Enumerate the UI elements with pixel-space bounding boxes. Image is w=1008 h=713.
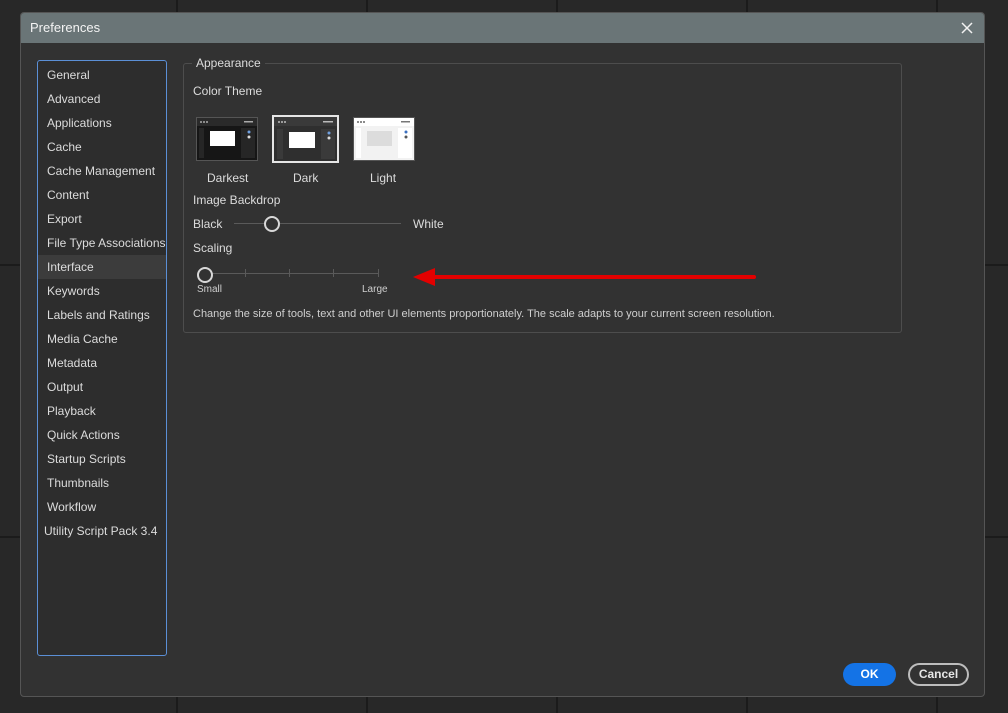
sidebar-item-label: Export	[47, 212, 82, 226]
sidebar-item-label: Applications	[47, 116, 112, 130]
image-backdrop-slider-track[interactable]	[234, 223, 401, 224]
color-theme-label: Color Theme	[193, 84, 263, 98]
scaling-tick	[333, 269, 334, 277]
sidebar-item-label: General	[47, 68, 90, 82]
sidebar-item-label: Startup Scripts	[47, 452, 126, 466]
backdrop-min-label: Black	[193, 217, 223, 231]
sidebar-item-output[interactable]: Output	[38, 375, 166, 399]
appearance-group: Appearance	[183, 56, 902, 333]
title-bar: Preferences	[21, 13, 984, 43]
sidebar-item-export[interactable]: Export	[38, 207, 166, 231]
theme-dark-thumbnail[interactable]	[272, 115, 339, 163]
sidebar-item-cache-management[interactable]: Cache Management	[38, 159, 166, 183]
sidebar-item-label: Utility Script Pack 3.4	[44, 524, 158, 538]
sidebar-item-label: Workflow	[47, 500, 97, 514]
sidebar-item-label: Cache	[47, 140, 82, 154]
scaling-tick	[289, 269, 290, 277]
scaling-min-label: Small	[197, 284, 223, 295]
cancel-button[interactable]: Cancel	[908, 663, 969, 686]
sidebar-item-label: Output	[47, 380, 84, 394]
sidebar-item-label: Interface	[47, 260, 94, 274]
sidebar-item-label: Keywords	[47, 284, 100, 298]
sidebar-item-label: Content	[47, 188, 90, 202]
sidebar-item-label: Metadata	[47, 356, 98, 370]
preferences-category-list: General Advanced Applications Cache Cach…	[37, 60, 167, 656]
sidebar-item-media-cache[interactable]: Media Cache	[38, 327, 166, 351]
sidebar-item-startup-scripts[interactable]: Startup Scripts	[38, 447, 166, 471]
sidebar-item-quick-actions[interactable]: Quick Actions	[38, 423, 166, 447]
sidebar-item-label: Playback	[47, 404, 96, 418]
sidebar-item-advanced[interactable]: Advanced	[38, 87, 166, 111]
sidebar-item-content[interactable]: Content	[38, 183, 166, 207]
sidebar-item-file-type-associations[interactable]: File Type Associations	[38, 231, 166, 255]
scaling-slider-track[interactable]	[205, 273, 379, 274]
image-backdrop-label: Image Backdrop	[193, 193, 281, 207]
sidebar-item-labels-and-ratings[interactable]: Labels and Ratings	[38, 303, 166, 327]
scaling-tick	[245, 269, 246, 277]
close-icon[interactable]	[959, 20, 975, 36]
theme-light-label: Light	[370, 171, 397, 185]
scaling-tick	[378, 269, 379, 277]
sidebar-item-thumbnails[interactable]: Thumbnails	[38, 471, 166, 495]
sidebar-item-label: Advanced	[47, 92, 101, 106]
sidebar-item-playback[interactable]: Playback	[38, 399, 166, 423]
sidebar-item-label: Cache Management	[47, 164, 156, 178]
dialog-title: Preferences	[30, 20, 101, 35]
sidebar-item-utility-script-pack[interactable]: Utility Script Pack 3.4	[38, 519, 166, 543]
sidebar-item-label: Quick Actions	[47, 428, 120, 442]
preferences-dialog: Preferences General Advanced Application…	[20, 12, 985, 697]
sidebar-item-applications[interactable]: Applications	[38, 111, 166, 135]
scaling-description: Change the size of tools, text and other…	[193, 308, 775, 320]
appearance-group-title: Appearance	[192, 56, 265, 70]
sidebar-item-interface[interactable]: Interface	[38, 255, 166, 279]
sidebar-item-general[interactable]: General	[38, 63, 166, 87]
sidebar-item-label: Media Cache	[47, 332, 118, 346]
sidebar-item-metadata[interactable]: Metadata	[38, 351, 166, 375]
scaling-max-label: Large	[362, 284, 388, 295]
theme-darkest-thumbnail[interactable]	[196, 117, 258, 161]
image-backdrop-slider-thumb[interactable]	[264, 216, 280, 232]
theme-darkest-label: Darkest	[207, 171, 249, 185]
scaling-slider-thumb[interactable]	[197, 267, 213, 283]
sidebar-item-cache[interactable]: Cache	[38, 135, 166, 159]
backdrop-max-label: White	[413, 217, 444, 231]
sidebar-item-keywords[interactable]: Keywords	[38, 279, 166, 303]
theme-dark-label: Dark	[293, 171, 319, 185]
theme-light-thumbnail[interactable]	[353, 117, 415, 161]
sidebar-item-label: File Type Associations	[47, 236, 166, 250]
ok-button[interactable]: OK	[843, 663, 896, 686]
sidebar-item-label: Thumbnails	[47, 476, 110, 490]
sidebar-item-workflow[interactable]: Workflow	[38, 495, 166, 519]
scaling-label: Scaling	[193, 241, 233, 255]
annotation-arrow	[413, 268, 756, 286]
sidebar-item-label: Labels and Ratings	[47, 308, 150, 322]
